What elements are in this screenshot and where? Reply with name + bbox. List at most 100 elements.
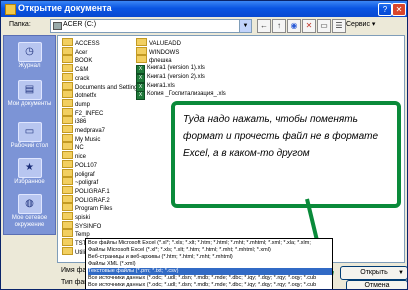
close-icon[interactable]: ✕ — [392, 3, 406, 16]
annotation-callout: Туда надо нажать, чтобы поменять формат … — [171, 101, 401, 208]
xls-file-item[interactable]: X Книга1.xls — [136, 82, 175, 92]
folder-icon — [136, 38, 147, 46]
folder-icon — [62, 246, 73, 255]
chevron-down-icon[interactable]: ▼ — [398, 267, 404, 279]
folder-label: Папка: — [9, 21, 31, 28]
folder-icon — [62, 116, 73, 125]
desktop-icon: ▭ — [17, 122, 42, 142]
folder-item[interactable]: C&M — [62, 64, 88, 73]
folder-select[interactable]: ACER (C:) ▼ — [50, 19, 252, 33]
file-type-option[interactable]: Веб-страницы и веб-архивы (*.htm; *.html… — [88, 254, 332, 261]
excel-app-icon — [5, 4, 16, 15]
delete-icon[interactable]: ✕ — [302, 19, 316, 33]
folder-item[interactable]: ~poligraf — [62, 177, 98, 186]
file-type-option[interactable]: Все источники данных (*.odc; *.udl; *.ds… — [88, 282, 332, 289]
folder-item[interactable]: WINDOWS — [136, 46, 179, 56]
folder-icon — [62, 238, 73, 247]
up-folder-icon[interactable]: ↑ — [272, 19, 286, 33]
folder-item[interactable]: Program Files — [62, 203, 112, 212]
network-icon: ◍ — [17, 194, 42, 214]
folder-item[interactable]: SYSINFO — [62, 220, 101, 230]
folder-item[interactable]: spiski — [62, 212, 90, 221]
folder-icon — [62, 98, 73, 107]
folder-item[interactable]: i386 — [62, 116, 86, 125]
folder-value: ACER (C:) — [63, 21, 97, 28]
folder-icon — [62, 133, 73, 142]
new-folder-icon[interactable]: ▭ — [317, 19, 331, 33]
xls-file-item[interactable]: X Книга1 (version 1).xls — [136, 64, 205, 75]
file-name: Копия _Госпитализация_.xls — [147, 91, 226, 98]
place-journal[interactable]: ◷ Журнал — [4, 42, 55, 70]
folder-item[interactable]: medprava7 — [62, 125, 105, 134]
folder-icon — [62, 64, 73, 73]
folder-item[interactable]: ACCESS — [62, 38, 100, 47]
file-type-option[interactable]: Файлы Microsoft Excel (*.xl*; *.xls; *.x… — [88, 247, 332, 254]
folder-item[interactable]: POL107 — [62, 159, 97, 169]
folder-icon — [62, 168, 73, 177]
open-button[interactable]: Открыть ▼ — [340, 266, 407, 280]
folder-item[interactable]: POLIGRAF.2 — [62, 194, 110, 204]
help-icon[interactable]: ? — [378, 3, 392, 16]
xls-file-item[interactable]: X Книга1 (version 2).xls — [136, 73, 205, 83]
folder-item[interactable]: nice — [62, 151, 86, 160]
search-web-icon[interactable]: ◉ — [287, 19, 301, 33]
views-icon[interactable]: ☰ — [332, 19, 346, 33]
folder-icon — [62, 220, 73, 229]
folder-icon — [62, 194, 73, 203]
place-label: Рабочий стол — [10, 143, 49, 149]
folder-icon — [62, 72, 73, 81]
folder-item[interactable]: F2_INFEC — [62, 107, 103, 117]
chevron-down-icon[interactable]: ▼ — [239, 20, 251, 32]
file-type-option[interactable]: Все источники данных (*.odc; *.udl; *.ds… — [88, 275, 332, 282]
folder-item[interactable]: My Music — [62, 133, 100, 143]
folder-item[interactable]: poligraf — [62, 168, 95, 178]
favorites-icon: ★ — [17, 158, 42, 178]
file-name: Книга1.xls — [147, 82, 175, 89]
folder-item[interactable]: crack — [62, 72, 89, 82]
place-desktop[interactable]: ▭ Рабочий стол — [4, 122, 55, 150]
place-label: Избранное — [14, 179, 45, 185]
folder-item[interactable]: Documents and Settings — [62, 81, 140, 91]
file-type-option[interactable]: Текстовые файлы (*.prn; *.txt; *.csv) — [88, 268, 332, 275]
folder-item[interactable]: dotnetfx — [62, 90, 96, 99]
places-bar: ◷ Журнал ▤ Мои документы ▭ Рабочий стол ★ Из… — [3, 35, 56, 235]
cancel-button[interactable]: Отмена — [346, 280, 407, 289]
folder-icon — [62, 142, 73, 151]
folder-icon — [62, 159, 73, 168]
window-title: Открытие документа — [18, 3, 112, 13]
folder-item[interactable]: VALUEADD — [136, 38, 181, 47]
folder-icon — [62, 185, 73, 194]
folder-item[interactable]: флешка — [136, 55, 172, 64]
folder-item[interactable]: BOOK — [62, 55, 92, 64]
file-name: Книга1 (version 2).xls — [147, 73, 205, 80]
folder-item[interactable]: POLIGRAF.1 — [62, 185, 110, 195]
excel-file-icon: X — [136, 91, 145, 101]
folder-item[interactable]: NC — [62, 142, 84, 151]
place-network[interactable]: ◍ Мое сетевое окружение — [4, 194, 55, 229]
place-favorites[interactable]: ★ Избранное — [4, 158, 55, 186]
folder-icon — [62, 55, 73, 64]
place-label: Журнал — [18, 63, 41, 69]
file-type-dropdown-list[interactable]: Все файлы Microsoft Excel (*.xl*; *.xls;… — [85, 238, 333, 289]
file-type-option[interactable]: Файлы XML (*.xml) — [88, 261, 332, 268]
folder-icon — [62, 90, 73, 99]
service-label: Сервис — [346, 21, 370, 28]
folder-icon — [62, 38, 73, 46]
folder-item[interactable]: Acer — [62, 46, 87, 56]
place-my-documents[interactable]: ▤ Мои документы — [4, 80, 55, 108]
back-icon[interactable]: ← — [257, 19, 271, 33]
cancel-label: Отмена — [364, 282, 390, 289]
place-label: Мое сетевое окружение — [11, 215, 48, 228]
file-type-option[interactable]: Все файлы Microsoft Excel (*.xl*; *.xls;… — [88, 240, 332, 247]
folder-icon — [62, 125, 73, 133]
service-menu[interactable]: Сервис ▾ — [346, 20, 375, 28]
open-document-dialog: Открытие документа ? ✕ Папка: ACER (C:) … — [0, 0, 408, 290]
xls-file-item[interactable]: X Копия _Госпитализация_.xls — [136, 90, 226, 101]
title-bar: Открытие документа ? ✕ — [1, 1, 407, 17]
folder-icon — [62, 107, 73, 116]
open-label: Открыть — [360, 269, 388, 276]
folder-item[interactable]: dump — [62, 98, 90, 108]
journal-icon: ◷ — [17, 42, 42, 62]
drive-icon — [53, 22, 62, 30]
place-label: Мои документы — [7, 101, 52, 107]
